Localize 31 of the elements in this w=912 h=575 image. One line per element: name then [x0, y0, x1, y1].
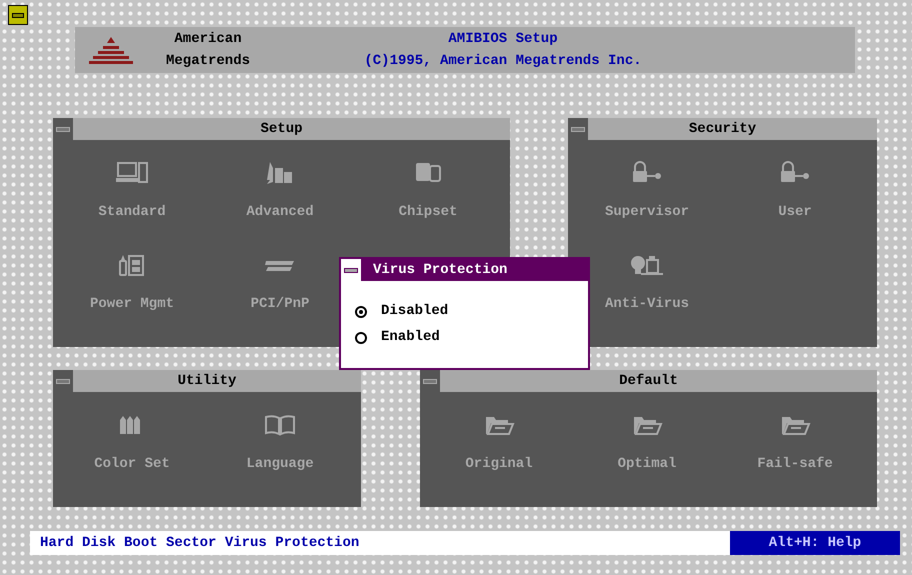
panel-title: Default: [618, 372, 679, 390]
menu-item[interactable]: Optimal: [618, 454, 676, 475]
computer-icon: [114, 160, 150, 186]
app-title: AMIBIOS Setup: [448, 30, 558, 49]
company-name: American: [174, 30, 242, 49]
menu-item[interactable]: Advanced: [246, 202, 314, 223]
copyright-text: (C)1995, American Megatrends Inc.: [364, 52, 642, 71]
menu-item[interactable]: Chipset: [398, 202, 458, 223]
panel-title: Setup: [259, 120, 304, 138]
radio-option[interactable]: Disabled: [355, 301, 588, 322]
help-hint: Alt+H: Help: [730, 531, 900, 555]
open-book-icon: [262, 412, 298, 438]
menu-item[interactable]: User: [778, 202, 812, 223]
radio-option[interactable]: Enabled: [355, 327, 588, 348]
menu-item[interactable]: Supervisor: [604, 202, 689, 223]
dialog-title: Virus Protection: [373, 260, 508, 280]
menu-item[interactable]: Anti-Virus: [604, 294, 689, 315]
menu-item[interactable]: Power Mgmt: [90, 294, 174, 315]
menu-item[interactable]: Original: [465, 454, 533, 475]
menu-item[interactable]: Fail-safe: [757, 454, 833, 475]
panel-title: Security: [688, 120, 758, 138]
pyramid-logo: [87, 35, 135, 65]
menu-item[interactable]: Standard: [98, 202, 166, 223]
menu-item[interactable]: Language: [246, 454, 314, 475]
status-message: Hard Disk Boot Sector Virus Protection: [40, 534, 360, 552]
control-menu-icon[interactable]: [341, 259, 361, 281]
panel-title: Utility: [176, 372, 238, 390]
menu-item[interactable]: PCI/PnP: [250, 294, 310, 315]
company-name: Megatrends: [166, 52, 250, 71]
system-menu-button[interactable]: [8, 5, 28, 25]
menu-item[interactable]: Color Set: [94, 454, 170, 475]
